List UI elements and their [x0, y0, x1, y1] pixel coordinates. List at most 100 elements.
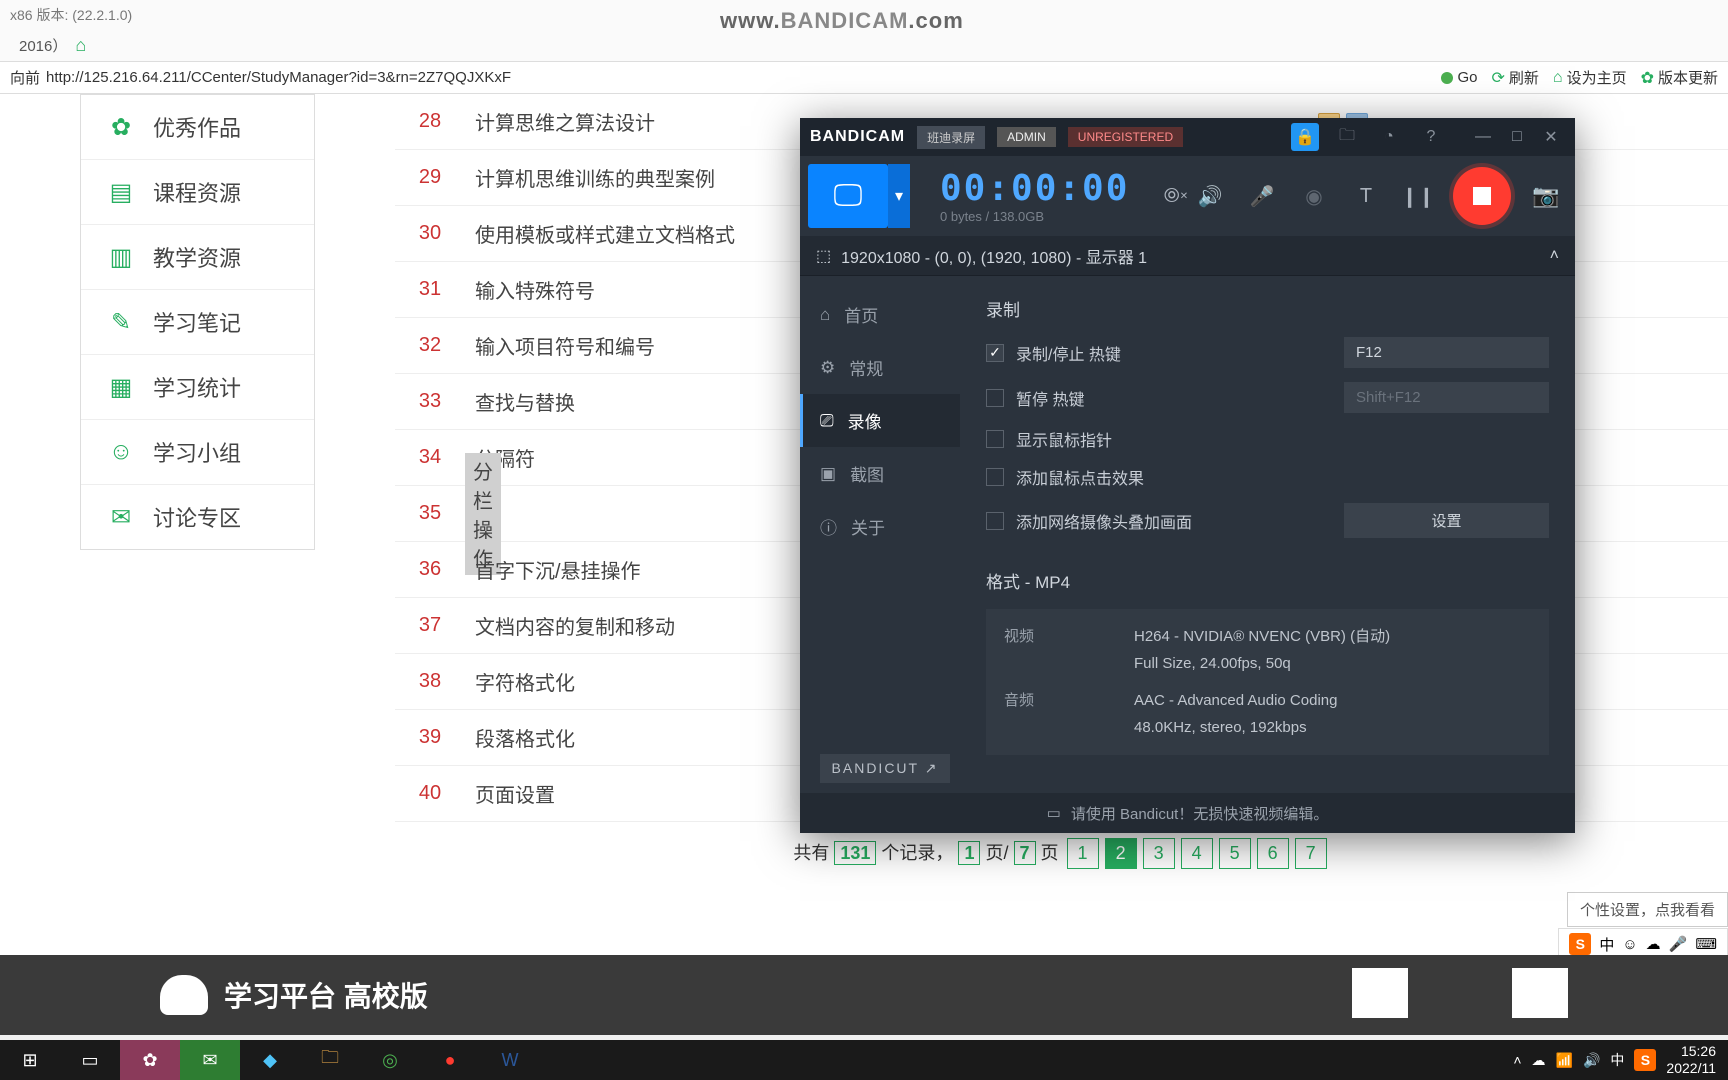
- group-icon: ☺: [107, 438, 135, 466]
- screen-mode-button[interactable]: 🖵: [808, 164, 888, 228]
- nav-video[interactable]: ⎚录像: [800, 394, 960, 447]
- set-home-button[interactable]: ⌂设为主页: [1553, 67, 1627, 88]
- webcam-settings-button[interactable]: 设置: [1344, 503, 1549, 538]
- page-number[interactable]: 5: [1219, 838, 1251, 869]
- gear-icon: ✿: [1641, 68, 1654, 88]
- task-app[interactable]: ✿: [120, 1040, 180, 1080]
- camera-icon[interactable]: 📷: [1529, 179, 1563, 213]
- ime-cloud-icon[interactable]: ☁: [1646, 935, 1661, 953]
- task-app[interactable]: ◆: [240, 1040, 300, 1080]
- info-icon: ⓘ: [820, 514, 837, 539]
- section-title-record: 录制: [986, 296, 1549, 321]
- speaker-icon[interactable]: 🔊: [1193, 179, 1227, 213]
- checkbox-cursor[interactable]: [986, 430, 1004, 448]
- row-number: 28: [395, 110, 465, 133]
- webcam-icon[interactable]: ⦾✕: [1159, 179, 1193, 213]
- sidebar-item-discuss[interactable]: ✉讨论专区: [81, 485, 314, 549]
- close-button[interactable]: ✕: [1537, 123, 1565, 151]
- row-number: 29: [395, 166, 465, 189]
- nav-back-label[interactable]: 向前: [10, 67, 40, 88]
- bandicam-window[interactable]: BANDICAM 班迪录屏 ADMIN UNREGISTERED 🔒 🗀 ◔ ?…: [800, 118, 1575, 833]
- tray-cloud-icon[interactable]: ☁: [1532, 1052, 1546, 1069]
- checkbox-click[interactable]: [986, 468, 1004, 486]
- section-title-format: 格式 - MP4: [986, 568, 1549, 593]
- page-number[interactable]: 4: [1181, 838, 1213, 869]
- mode-dropdown[interactable]: ▾: [888, 164, 910, 228]
- taskview-button[interactable]: ▭: [60, 1040, 120, 1080]
- sidebar-item-stats[interactable]: ▦学习统计: [81, 355, 314, 420]
- checkbox-pause[interactable]: [986, 389, 1004, 407]
- nav-home[interactable]: ⌂首页: [800, 288, 960, 341]
- browser-tab[interactable]: 2016） ⌂: [5, 29, 100, 62]
- home-icon[interactable]: ⌂: [75, 35, 86, 56]
- ime-mic-icon[interactable]: 🎤: [1669, 935, 1688, 953]
- capture-info-bar[interactable]: ⬚ 1920x1080 - (0, 0), (1920, 1080) - 显示器…: [800, 236, 1575, 276]
- go-button[interactable]: Go: [1441, 69, 1477, 86]
- sidebar-item-teach[interactable]: ▥教学资源: [81, 225, 314, 290]
- hotkey-input[interactable]: F12: [1344, 337, 1549, 368]
- sogou-tray-icon[interactable]: S: [1634, 1049, 1656, 1071]
- ime-kbd-icon[interactable]: ⌨: [1695, 935, 1717, 953]
- stop-icon: [1473, 187, 1491, 205]
- nav-image[interactable]: ▣截图: [800, 447, 960, 500]
- task-wechat[interactable]: ✉: [180, 1040, 240, 1080]
- qr-code: [1512, 968, 1568, 1018]
- lock-icon[interactable]: 🔒: [1291, 123, 1319, 151]
- tray-up-icon[interactable]: ˄: [1513, 1052, 1521, 1068]
- chart-icon: ▦: [107, 373, 135, 401]
- page-number[interactable]: 1: [1067, 838, 1099, 869]
- watermark: www.BANDICAM.com: [720, 8, 964, 34]
- cloud-icon: [160, 975, 208, 1015]
- task-explorer[interactable]: 🗀: [300, 1040, 360, 1080]
- page-number[interactable]: 2: [1105, 838, 1137, 869]
- record-button[interactable]: [1453, 167, 1511, 225]
- bandicut-button[interactable]: BANDICUT ↗: [820, 754, 950, 783]
- sidebar-item-works[interactable]: ✿优秀作品: [81, 95, 314, 160]
- minimize-button[interactable]: —: [1469, 123, 1497, 151]
- refresh-button[interactable]: ⟳刷新: [1491, 67, 1538, 88]
- row-number: 31: [395, 278, 465, 301]
- ime-emoji-icon[interactable]: ☺: [1622, 936, 1637, 953]
- sidebar-item-course[interactable]: ▤课程资源: [81, 160, 314, 225]
- tray-lang[interactable]: 中: [1610, 1050, 1624, 1070]
- windows-taskbar[interactable]: ⊞ ▭ ✿ ✉ ◆ 🗀 ◎ ● W ˄ ☁ 📶 🔊 中 S 15:26 2022…: [0, 1040, 1728, 1080]
- nav-about[interactable]: ⓘ关于: [800, 500, 960, 553]
- url-text[interactable]: http://125.216.64.211/CCenter/StudyManag…: [46, 69, 511, 86]
- maximize-button[interactable]: □: [1503, 123, 1531, 151]
- bandicam-toolbar: 🖵 ▾ 00:00:00 0 bytes / 138.0GB ⦾✕ 🔊 🎤 ◉ …: [800, 156, 1575, 236]
- settings-hint[interactable]: 个性设置，点我看看: [1567, 892, 1728, 927]
- row-number: 37: [395, 614, 465, 637]
- page-number[interactable]: 6: [1257, 838, 1289, 869]
- video-icon: ⎚: [820, 411, 834, 431]
- nav-general[interactable]: ⚙常规: [800, 341, 960, 394]
- start-button[interactable]: ⊞: [0, 1040, 60, 1080]
- sidebar-item-notes[interactable]: ✎学习笔记: [81, 290, 314, 355]
- bandicam-footer: ▭ 请使用 Bandicut！无损快速视频编辑。: [800, 793, 1575, 833]
- page-number[interactable]: 3: [1143, 838, 1175, 869]
- tray-wifi-icon[interactable]: 📶: [1556, 1052, 1573, 1069]
- checkbox-hotkey[interactable]: ✓: [986, 344, 1004, 362]
- row-number: 30: [395, 222, 465, 245]
- system-tray[interactable]: ˄ ☁ 📶 🔊 中 S 15:26 2022/11: [1513, 1043, 1728, 1077]
- bandicam-titlebar[interactable]: BANDICAM 班迪录屏 ADMIN UNREGISTERED 🔒 🗀 ◔ ?…: [800, 118, 1575, 156]
- text-icon[interactable]: T: [1349, 179, 1383, 213]
- checkbox-webcam[interactable]: [986, 512, 1004, 530]
- tray-volume-icon[interactable]: 🔊: [1583, 1052, 1600, 1069]
- task-record[interactable]: ●: [420, 1040, 480, 1080]
- folder-icon[interactable]: 🗀: [1333, 123, 1361, 151]
- sogou-icon[interactable]: S: [1569, 933, 1591, 955]
- task-word[interactable]: W: [480, 1040, 540, 1080]
- mouse-icon[interactable]: ◉: [1297, 179, 1331, 213]
- sidebar-item-group[interactable]: ☺学习小组: [81, 420, 314, 485]
- clock-icon[interactable]: ◔: [1375, 123, 1403, 151]
- pause-icon[interactable]: ❙❙: [1401, 179, 1435, 213]
- mic-icon[interactable]: 🎤: [1245, 179, 1279, 213]
- format-box[interactable]: 视频H264 - NVIDIA® NVENC (VBR) (自动)Full Si…: [986, 609, 1549, 755]
- update-button[interactable]: ✿版本更新: [1641, 67, 1718, 88]
- task-app[interactable]: ◎: [360, 1040, 420, 1080]
- edit-icon: ✎: [107, 308, 135, 336]
- help-icon[interactable]: ?: [1417, 123, 1445, 151]
- chevron-up-icon[interactable]: ˄: [1550, 247, 1559, 265]
- page-number[interactable]: 7: [1295, 838, 1327, 869]
- refresh-icon: ⟳: [1491, 68, 1504, 88]
